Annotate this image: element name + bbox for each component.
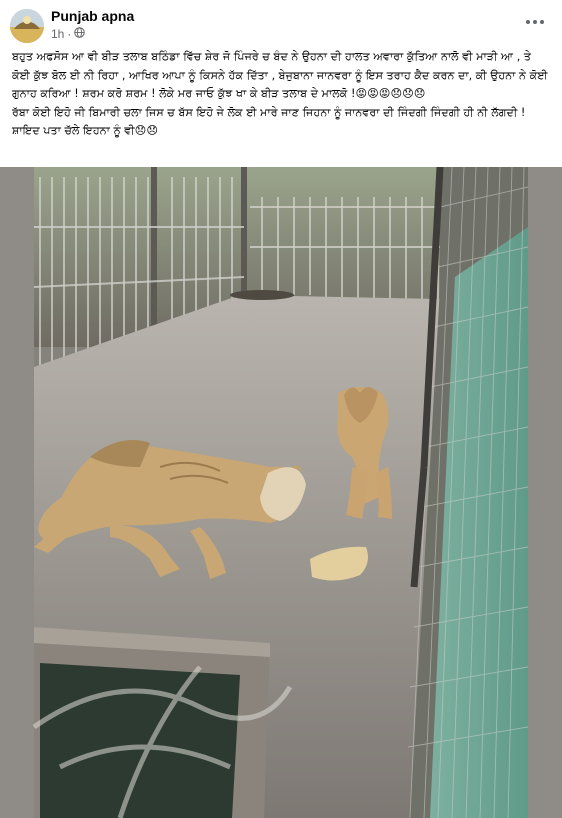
lions-in-cage-image	[0, 167, 562, 818]
globe-icon	[74, 27, 86, 41]
page-avatar[interactable]	[10, 9, 44, 43]
post-header: Punjab apna 1h ·	[0, 0, 562, 44]
page-name[interactable]: Punjab apna	[51, 8, 134, 24]
more-options-icon[interactable]	[524, 14, 546, 30]
post-text: ਬਹੁਤ ਅਫਸੋਸ ਆ ਵੀ ਬੀੜ ਤਲਾਬ ਬਠਿੰਡਾ ਵਿੱਚ ਸ਼ੇ…	[12, 50, 548, 138]
post-time[interactable]: 1h	[51, 27, 64, 41]
post-meta: 1h ·	[51, 27, 86, 41]
dot-separator: ·	[67, 27, 72, 41]
post-photo[interactable]	[0, 167, 562, 818]
